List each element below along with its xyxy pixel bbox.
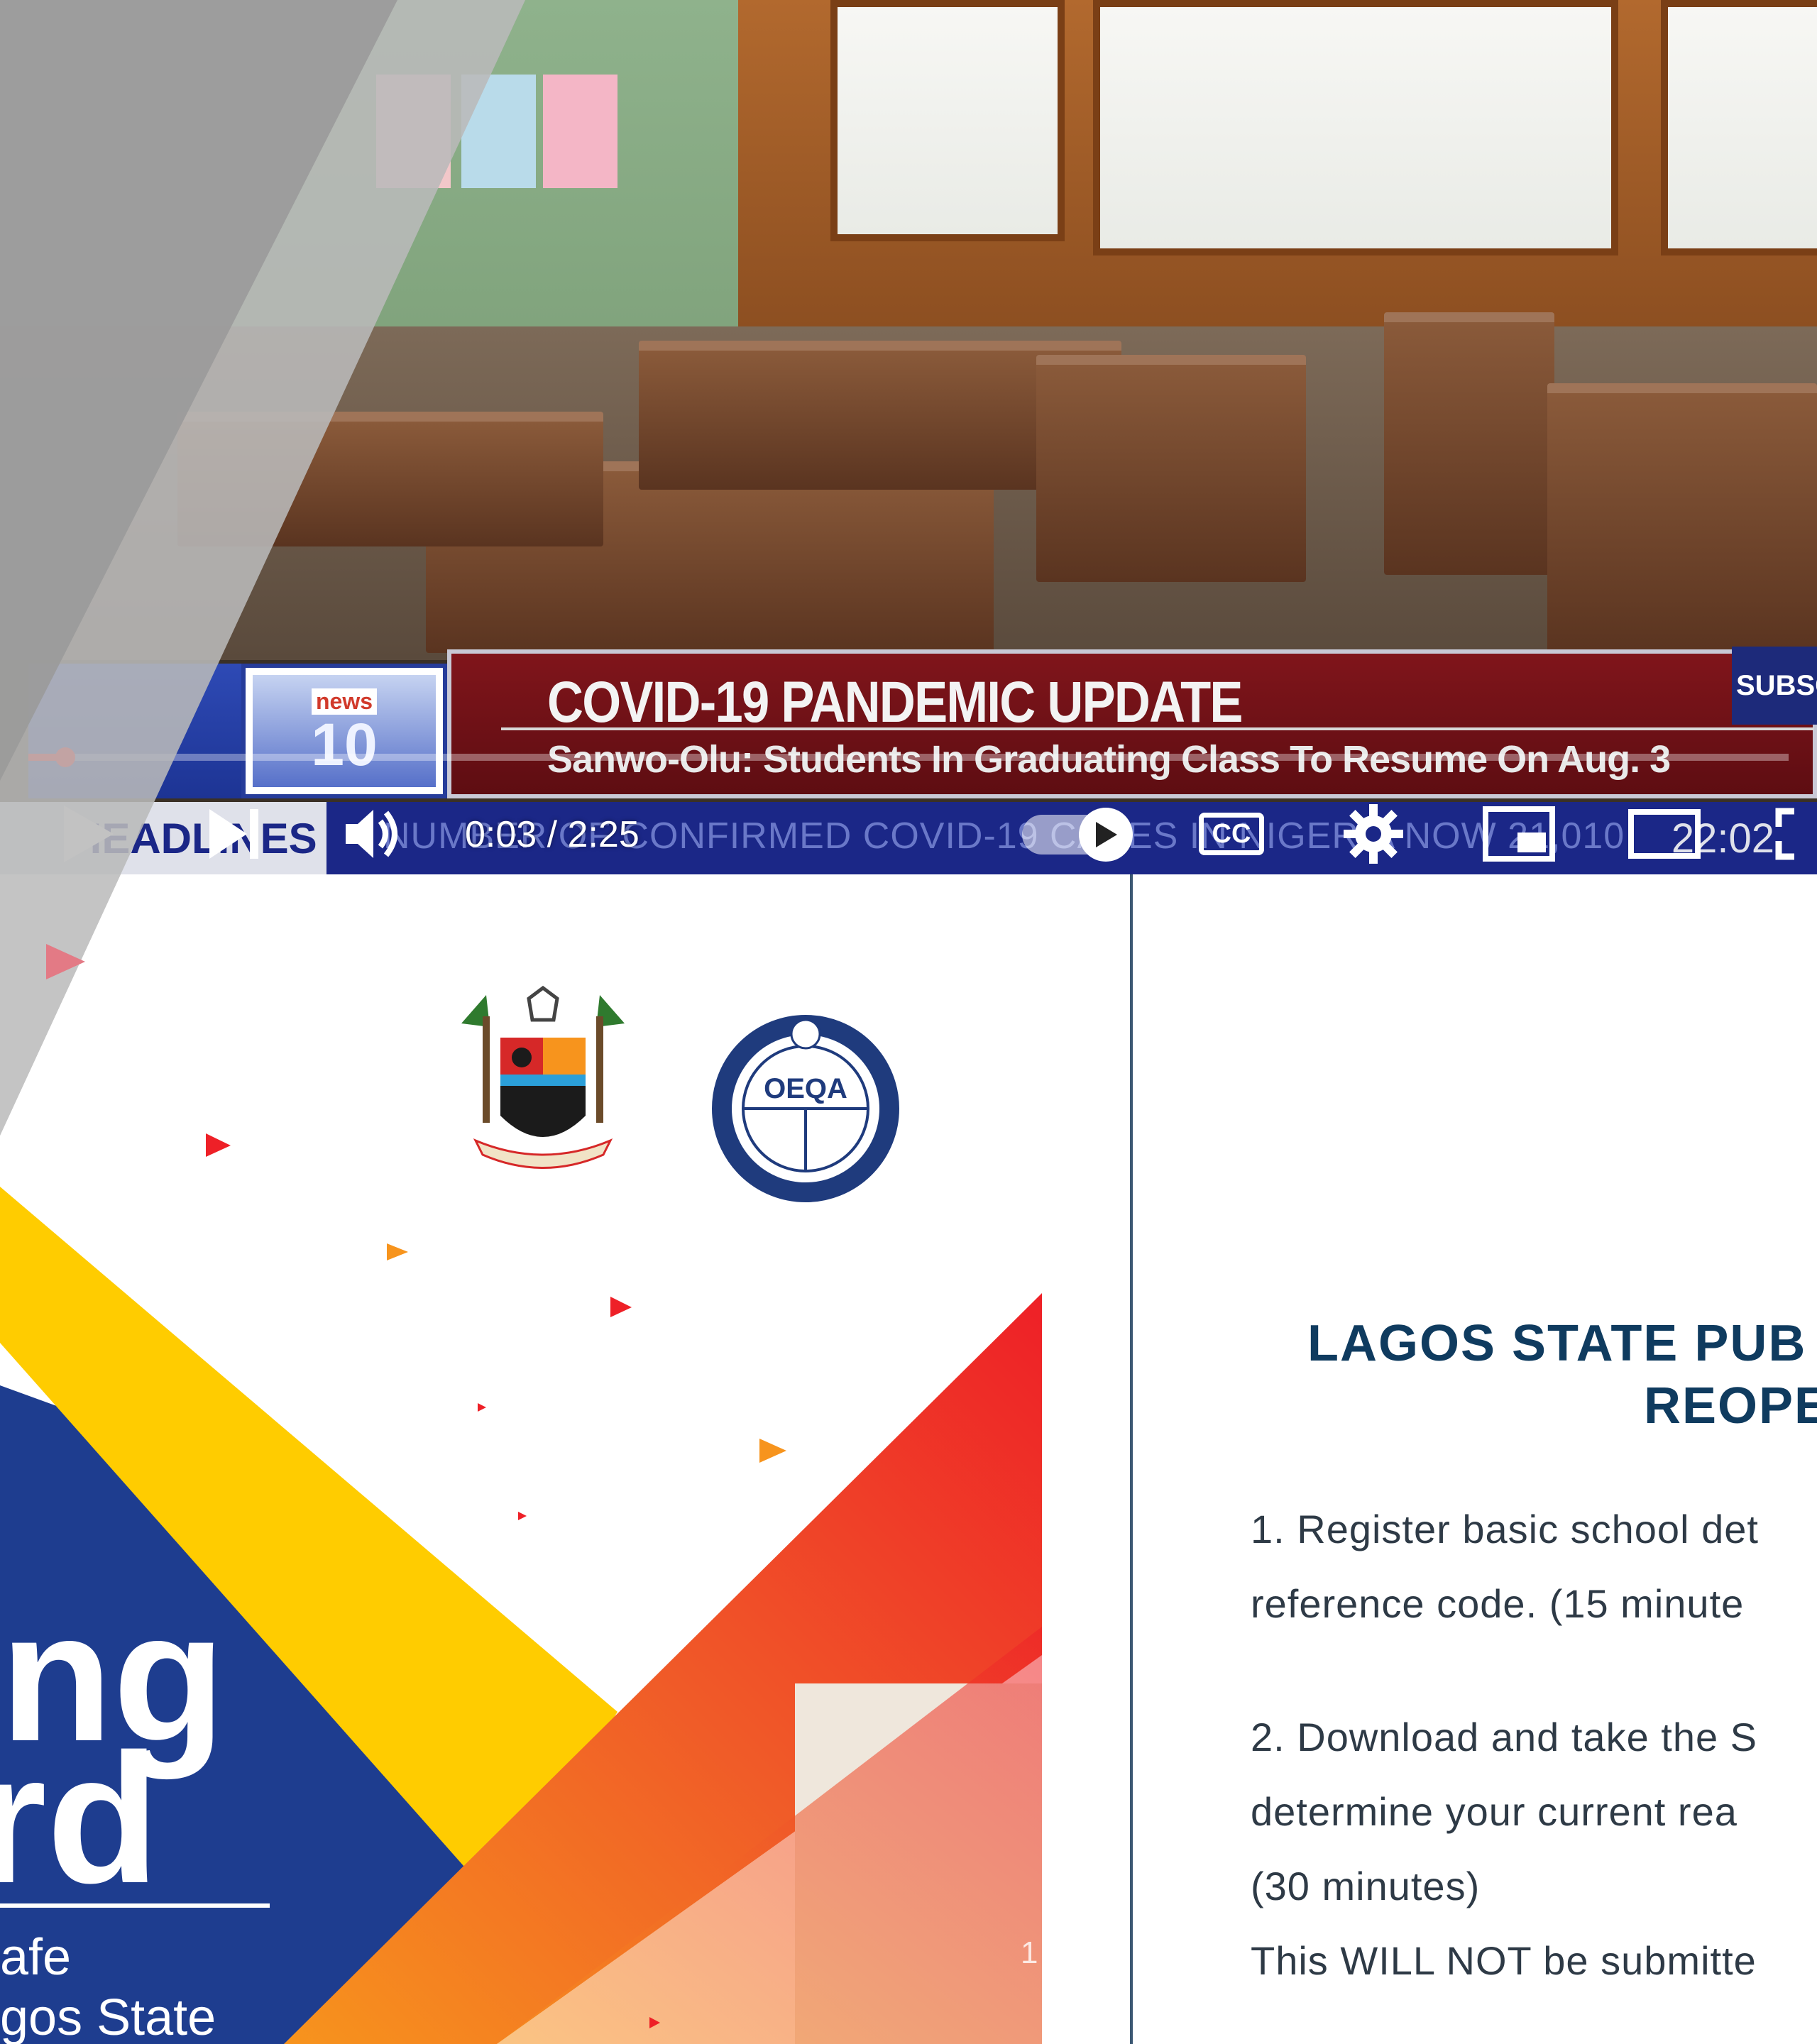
slide-title-line2: ard (0, 1716, 160, 1922)
volume-icon (346, 810, 397, 858)
doc-paragraph-1-line2: reference code. (15 minute (1251, 1581, 1745, 1626)
poster (461, 75, 536, 188)
svg-text:OEQA: OEQA (764, 1073, 847, 1104)
slide-graphic: OEQA (0, 985, 1042, 2044)
slide-panel: OEQA ng ard afe gos State 1 (0, 874, 1130, 2044)
channel-logo: news 10 (241, 664, 447, 798)
channel-logo-inner: news 10 (253, 675, 436, 787)
channel-logo-text: news (311, 688, 378, 715)
doc-paragraph-2-line2: determine your current rea (1251, 1789, 1738, 1834)
doc-paragraph-3-line1: This WILL NOT be submitte (1251, 1938, 1757, 1983)
slide-subtitle-line1: afe (0, 1929, 72, 1986)
confetti (759, 1439, 786, 1463)
miniplayer-button[interactable] (1480, 793, 1558, 874)
window-pane (1093, 0, 1618, 256)
window-pane (830, 0, 1065, 241)
autoplay-toggle[interactable] (1022, 808, 1133, 862)
miniplayer-icon (1483, 806, 1555, 862)
document-panel: LAGOS STATE PUB REOPE 1. Register basic … (1130, 874, 1817, 2044)
desk (1547, 383, 1817, 653)
video-progress-scrubber[interactable] (55, 747, 76, 767)
doc-paragraph-1-line1: 1. Register basic school det (1251, 1507, 1759, 1551)
document-title-line1: LAGOS STATE PUB (1307, 1315, 1807, 1372)
captions-icon: CC (1199, 813, 1264, 855)
poster (376, 75, 451, 188)
confetti (206, 1133, 231, 1157)
slide-title-underline (0, 1903, 270, 1908)
oeqa-seal: OEQA (712, 1015, 899, 1202)
autoplay-knob (1079, 808, 1133, 862)
confetti (478, 1403, 486, 1412)
desk (177, 412, 603, 546)
headline-title: COVID-19 PANDEMIC UPDATE (547, 670, 1243, 735)
headline-divider (501, 727, 1814, 730)
video-time: 0:03 / 2:25 (465, 814, 639, 855)
slide-subtitle-line2: gos State (0, 1989, 216, 2044)
theater-mode-button[interactable] (1625, 793, 1703, 874)
news-lower-third: news 10 COVID-19 PANDEMIC UPDATE Sanwo-O… (28, 647, 1817, 798)
volume-button[interactable] (341, 793, 405, 874)
doc-paragraph-2-line1: 2. Download and take the S (1251, 1715, 1758, 1759)
slide-page-number: 1 (1021, 1935, 1038, 1970)
captions-button[interactable]: CC (1192, 793, 1270, 874)
confetti (387, 1243, 408, 1260)
screen-root: news 10 COVID-19 PANDEMIC UPDATE Sanwo-O… (0, 0, 1817, 2044)
subscribe-badge: SUBSC (1732, 647, 1817, 725)
desk (1384, 312, 1554, 575)
gear-icon (1344, 804, 1403, 864)
fullscreen-button[interactable] (1771, 793, 1817, 874)
document-title-line2: REOPE (1644, 1378, 1817, 1434)
confetti (610, 1297, 632, 1317)
settings-button[interactable] (1338, 793, 1409, 874)
video-controls: 0:03 / 2:25 CC (0, 793, 1817, 874)
lagos-state-crest (461, 985, 625, 1169)
lower-third-blue-panel (28, 664, 248, 798)
video-player[interactable]: news 10 COVID-19 PANDEMIC UPDATE Sanwo-O… (0, 0, 1817, 874)
next-button[interactable] (202, 793, 266, 874)
theater-mode-icon (1628, 809, 1701, 859)
doc-paragraph-2-line3: (30 minutes) (1251, 1864, 1481, 1908)
desk (1036, 355, 1306, 582)
window-pane (1661, 0, 1817, 256)
play-icon (64, 806, 114, 862)
play-button[interactable] (57, 793, 121, 874)
fullscreen-icon (1775, 808, 1794, 860)
headline-banner: COVID-19 PANDEMIC UPDATE Sanwo-Olu: Stud… (447, 649, 1817, 798)
autoplay-play-icon (1096, 822, 1117, 847)
skip-next-icon (209, 809, 258, 859)
confetti (518, 1512, 527, 1520)
video-progress-bar[interactable] (28, 747, 1789, 767)
poster (543, 75, 617, 188)
channel-logo-number: 10 (311, 710, 378, 778)
